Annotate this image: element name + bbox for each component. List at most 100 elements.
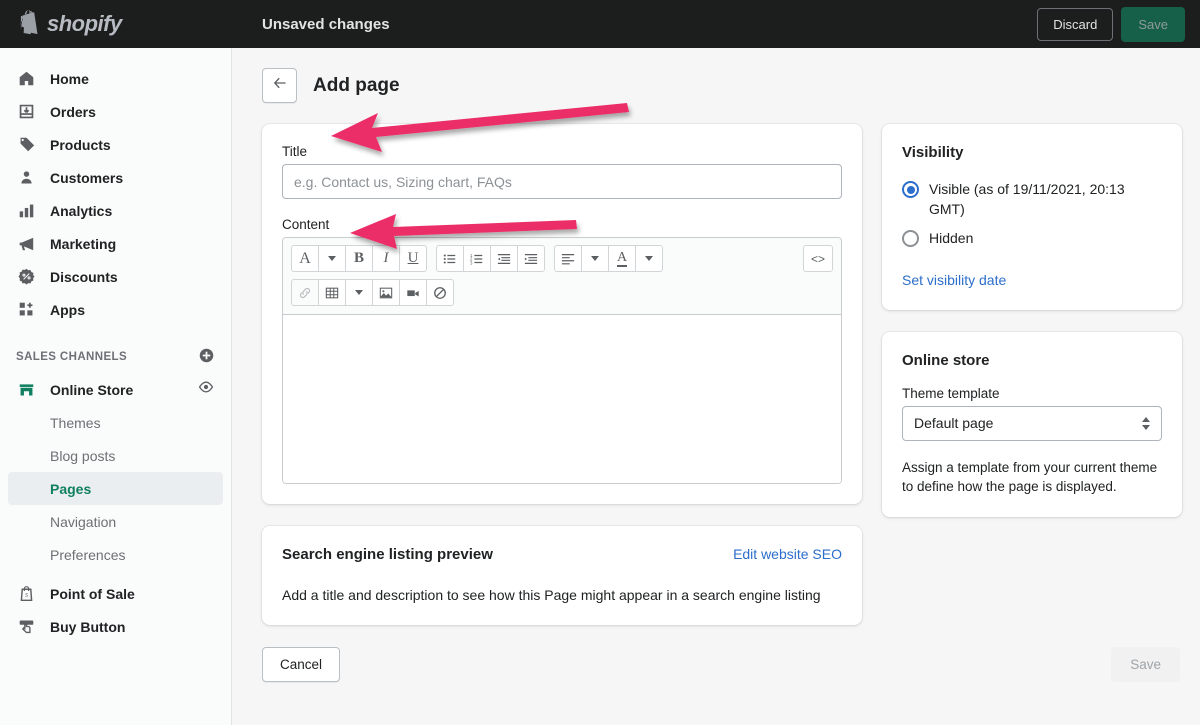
content-editor: A B I U 1 2 3 A <> [282,237,842,484]
sidebar-item-customers[interactable]: Customers [8,161,223,194]
sidebar-item-online-store[interactable]: Online Store [8,373,223,406]
bulleted-list-icon[interactable] [436,245,464,272]
sidebar-item-label: Customers [50,169,124,186]
link-icon[interactable] [291,279,319,306]
clear-formatting-icon[interactable] [426,279,454,306]
visibility-card: Visibility Visible (as of 19/11/2021, 20… [882,124,1182,310]
content-columns: Title Content A B I U [232,103,1200,626]
shopify-logo[interactable]: shopify [0,0,232,48]
set-visibility-date-link[interactable]: Set visibility date [902,272,1006,288]
online-store-card-title: Online store [902,351,990,369]
plus-circle-icon[interactable] [199,348,214,366]
online-store-card: Online store Theme template Default page… [882,331,1182,517]
sidebar-item-apps[interactable]: Apps [8,293,223,326]
theme-template-select[interactable]: Default page [902,405,1162,441]
content-editor-body[interactable] [283,315,841,483]
sidebar-item-preferences[interactable]: Preferences [8,538,223,571]
form-footer-bar: Cancel Save [232,625,1200,683]
text-color-caret-icon[interactable] [635,245,663,272]
unsaved-changes-status: Unsaved changes [262,15,390,33]
sidebar-item-label: Marketing [50,235,117,252]
sidebar-item-themes[interactable]: Themes [8,406,223,439]
sidebar-item-discounts[interactable]: Discounts [8,260,223,293]
edit-website-seo-link[interactable]: Edit website SEO [733,546,842,562]
megaphone-icon [16,234,36,254]
sidebar-item-label: Point of Sale [50,585,135,602]
eye-icon[interactable] [198,379,214,400]
arrow-left-icon [272,75,288,96]
sidebar-item-label: Buy Button [50,618,126,635]
sidebar-item-orders[interactable]: Orders [8,95,223,128]
select-chevrons-icon [1142,416,1150,430]
page-header: Add page [232,48,1200,103]
seo-empty-state-text: Add a title and description to see how t… [282,587,821,603]
outdent-icon[interactable] [490,245,518,272]
align-icon[interactable] [554,245,582,272]
numbered-list-icon[interactable]: 123 [463,245,491,272]
back-button[interactable] [262,68,297,103]
left-column: Title Content A B I U [262,124,862,626]
editor-toolbar: A B I U 1 2 3 A <> [283,238,841,315]
shopify-admin-page: shopify Unsaved changes Discard Save Hom… [0,0,1200,725]
sidebar-item-analytics[interactable]: Analytics [8,194,223,227]
bar-chart-icon [16,201,36,221]
page-details-card: Title Content A B I U [262,124,862,504]
seo-card-header: Search engine listing preview Edit websi… [282,546,842,563]
sidebar-item-home[interactable]: Home [8,62,223,95]
theme-template-value: Default page [914,415,994,432]
pos-bag-icon: S [16,584,36,604]
shopify-wordmark: shopify [47,11,122,36]
title-input[interactable] [282,164,842,199]
format-group: A B I U [291,245,427,272]
sales-channels-header: SALES CHANNELS [0,345,231,369]
sidebar-item-label: Products [50,136,111,153]
code-view-group: <> [803,245,833,272]
sidebar-item-label: Orders [50,103,96,120]
sidebar-item-blog-posts[interactable]: Blog posts [8,439,223,472]
insert-group [291,279,454,306]
sidebar-subitem-label: Blog posts [50,447,116,464]
align-caret-icon[interactable] [581,245,609,272]
top-bar: shopify Unsaved changes Discard Save [0,0,1200,48]
format-style-caret-icon[interactable] [318,245,346,272]
theme-template-select-wrapper: Default page [902,405,1162,441]
italic-icon[interactable]: I [372,245,400,272]
save-button-top[interactable]: Save [1121,6,1185,42]
insert-video-icon[interactable] [399,279,427,306]
editor-toolbar-row-1: A B I U 1 2 3 A <> [291,245,833,272]
sidebar-subitem-label: Preferences [50,546,126,563]
radio-visible[interactable] [902,181,919,198]
editor-toolbar-row-2 [291,279,833,306]
bold-icon[interactable]: B [345,245,373,272]
table-icon[interactable] [318,279,346,306]
orders-icon [16,102,36,122]
code-view-icon[interactable]: <> [803,245,833,272]
indent-icon[interactable] [517,245,545,272]
buy-button-icon [16,617,36,637]
save-button-bottom[interactable]: Save [1111,647,1180,683]
sidebar-item-products[interactable]: Products [8,128,223,161]
sidebar-item-point-of-sale[interactable]: S Point of Sale [8,577,223,610]
align-color-group: A [554,245,663,272]
radio-hidden[interactable] [902,229,919,247]
discard-button[interactable]: Discard [1037,7,1114,41]
sidebar-item-navigation[interactable]: Navigation [8,505,223,538]
cancel-button[interactable]: Cancel [262,647,341,683]
text-color-icon[interactable]: A [608,245,636,272]
sidebar-item-pages[interactable]: Pages [8,472,223,505]
table-caret-icon[interactable] [345,279,373,306]
insert-image-icon[interactable] [372,279,400,306]
sales-channels-label: SALES CHANNELS [16,351,128,363]
format-style-icon[interactable]: A [291,245,319,272]
visibility-option-visible[interactable]: Visible (as of 19/11/2021, 20:13 GMT) [902,180,1162,220]
main-content: Add page Title Content A [232,48,1200,725]
person-icon [16,168,36,188]
visibility-option-hidden[interactable]: Hidden [902,229,1162,249]
sidebar-item-buy-button[interactable]: Buy Button [8,610,223,643]
sidebar-subitem-label: Themes [50,414,101,431]
visibility-card-title: Visibility [902,144,964,161]
sidebar-item-marketing[interactable]: Marketing [8,227,223,260]
home-icon [16,69,36,89]
underline-icon[interactable]: U [399,245,427,272]
